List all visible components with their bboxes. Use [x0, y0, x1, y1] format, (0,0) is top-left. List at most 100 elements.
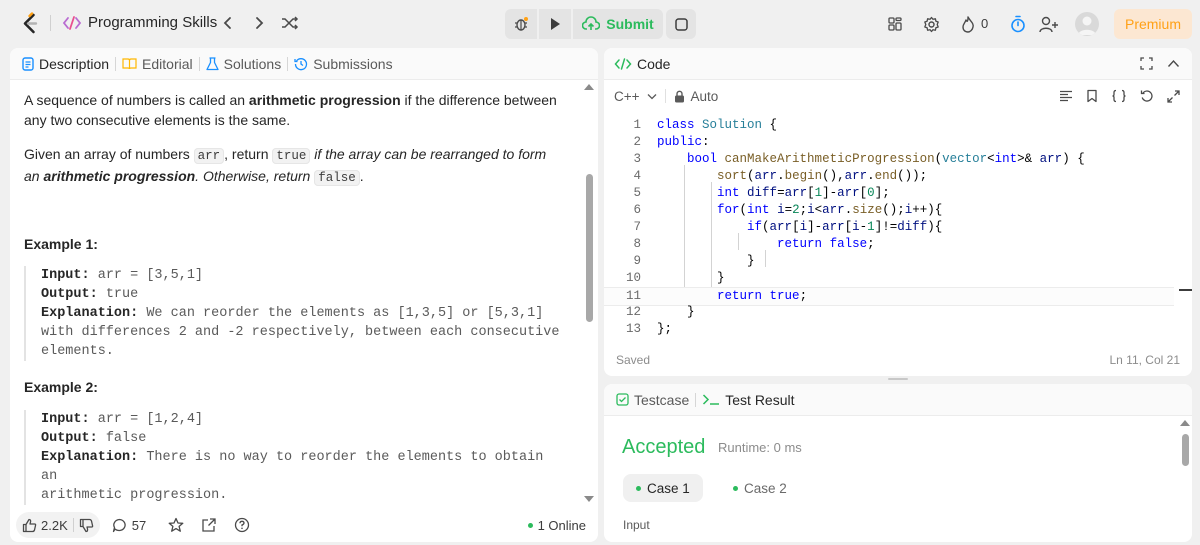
share-button[interactable]	[201, 517, 217, 533]
code-line: 6 for(int i=2;i<arr.size();i++){	[604, 203, 1174, 220]
tab-description[interactable]: Description	[22, 56, 109, 72]
problem-description: A sequence of numbers is called an arith…	[24, 90, 564, 202]
tab-code[interactable]: Code	[614, 56, 670, 72]
maximize-icon[interactable]	[1140, 57, 1153, 70]
text: .	[359, 168, 364, 184]
chevron-right-icon	[256, 17, 264, 29]
online-count: 1 Online	[537, 518, 586, 533]
tab-label: Description	[39, 55, 110, 72]
scrollbar-thumb[interactable]	[1181, 434, 1189, 466]
example-block: Input: arr = [1,2,4] Output: false Expla…	[24, 410, 564, 505]
favorite-button[interactable]	[168, 517, 184, 533]
scroll-up-arrow-icon[interactable]	[584, 84, 594, 90]
tab-label: Editorial	[142, 55, 193, 72]
tab-label: Testcase	[634, 391, 690, 408]
star-icon	[168, 517, 184, 532]
example-output: Output: false	[41, 431, 147, 446]
cursor-position: Ln 11, Col 21	[1109, 353, 1181, 367]
input-label: Input	[623, 518, 650, 532]
code-line: 13};	[604, 322, 1174, 339]
case-label: Case 1	[647, 480, 690, 496]
timer-button[interactable]	[1007, 13, 1029, 35]
line-number: 2	[633, 135, 641, 149]
add-user-icon	[1039, 16, 1058, 32]
line-number: 9	[633, 254, 641, 268]
description-scrollbar[interactable]	[584, 84, 594, 502]
test-result-panel: Testcase Test Result Accepted Runtime: 0…	[604, 384, 1192, 542]
text: A sequence of numbers is called an	[24, 92, 249, 108]
like-button[interactable]: 2.2K	[22, 518, 68, 533]
tab-testcase[interactable]: Testcase	[616, 392, 689, 408]
tab-submissions[interactable]: Submissions	[294, 56, 393, 72]
code-line: 5 int diff=arr[1]-arr[0];	[604, 186, 1174, 203]
code-title: Code	[637, 55, 671, 72]
scrollbar-thumb[interactable]	[585, 174, 593, 322]
premium-button[interactable]: Premium	[1114, 9, 1192, 39]
run-button[interactable]	[539, 9, 571, 39]
scroll-down-arrow-icon[interactable]	[584, 496, 594, 502]
avatar[interactable]	[1075, 12, 1099, 36]
feedback-button[interactable]	[234, 517, 250, 533]
random-problem-button[interactable]	[279, 12, 301, 34]
study-plan-icon	[62, 16, 82, 30]
example-explanation: Explanation: We can reorder the elements…	[41, 306, 544, 321]
help-icon	[235, 517, 250, 533]
bookmark-icon[interactable]	[1086, 89, 1098, 103]
shuffle-icon	[282, 16, 299, 30]
editor-actions	[1059, 89, 1192, 103]
comments-button[interactable]: 57	[112, 518, 146, 533]
notes-button[interactable]	[666, 9, 696, 39]
braces-icon[interactable]	[1111, 89, 1127, 103]
leetcode-logo[interactable]	[20, 12, 40, 34]
case-tab-2[interactable]: Case 2	[720, 474, 800, 502]
invite-button[interactable]	[1038, 13, 1060, 35]
inline-code: arr	[193, 148, 225, 164]
editor-toolbar: C++ Auto	[604, 84, 1192, 108]
code-editor[interactable]: 1 class Solution { 2 public: 3 bool canMak…	[604, 114, 1192, 344]
tab-test-result[interactable]: Test Result	[702, 392, 795, 408]
panel-resize-handle[interactable]	[888, 378, 908, 380]
tab-editorial[interactable]: Editorial	[122, 56, 193, 72]
pass-dot-icon	[636, 485, 641, 491]
divider	[50, 15, 51, 31]
description-panel: Description Editorial Solutions Submissi…	[10, 48, 598, 542]
expand-icon[interactable]	[1167, 89, 1180, 103]
bug-icon	[515, 17, 528, 31]
code-line: 2 public:	[604, 135, 1174, 152]
result-status: Accepted	[622, 436, 706, 458]
panel-controls	[1140, 57, 1192, 70]
reset-icon[interactable]	[1140, 89, 1154, 103]
streak-button[interactable]	[957, 13, 979, 35]
code-line: 9 }	[604, 254, 1174, 271]
scroll-up-arrow-icon[interactable]	[1180, 420, 1190, 426]
line-number: 13	[625, 322, 641, 336]
pass-dot-icon	[733, 485, 738, 491]
layout-button[interactable]	[884, 13, 906, 35]
settings-button[interactable]	[920, 13, 942, 35]
terminal-icon	[703, 394, 720, 405]
example-explanation: Explanation: There is no way to reorder …	[41, 450, 544, 484]
next-problem-button[interactable]	[248, 12, 270, 34]
tab-divider	[287, 56, 289, 71]
comment-icon	[112, 518, 126, 532]
term-bold: arithmetic progression	[248, 92, 401, 108]
case-tab-1[interactable]: Case 1	[623, 474, 703, 502]
problem-list-title[interactable]: Programming Skills	[88, 14, 217, 31]
dislike-button[interactable]	[79, 518, 94, 533]
language-select[interactable]: C++	[614, 89, 657, 104]
format-icon[interactable]	[1059, 90, 1073, 102]
result-scrollbar[interactable]	[1180, 420, 1190, 538]
debug-button[interactable]	[505, 9, 537, 39]
code-line: 12 }	[604, 305, 1174, 322]
chevron-down-icon	[647, 93, 656, 99]
collapse-icon[interactable]	[1167, 59, 1180, 68]
line-number: 3	[633, 152, 641, 166]
submit-button[interactable]: Submit	[573, 9, 663, 39]
tab-divider	[198, 56, 200, 71]
tab-solutions[interactable]: Solutions	[205, 56, 281, 72]
thumbs-down-icon	[79, 518, 94, 532]
like-dislike-group: 2.2K	[16, 512, 100, 538]
history-icon	[294, 57, 308, 70]
auto-mode-toggle[interactable]: Auto	[674, 89, 718, 104]
prev-problem-button[interactable]	[217, 12, 239, 34]
